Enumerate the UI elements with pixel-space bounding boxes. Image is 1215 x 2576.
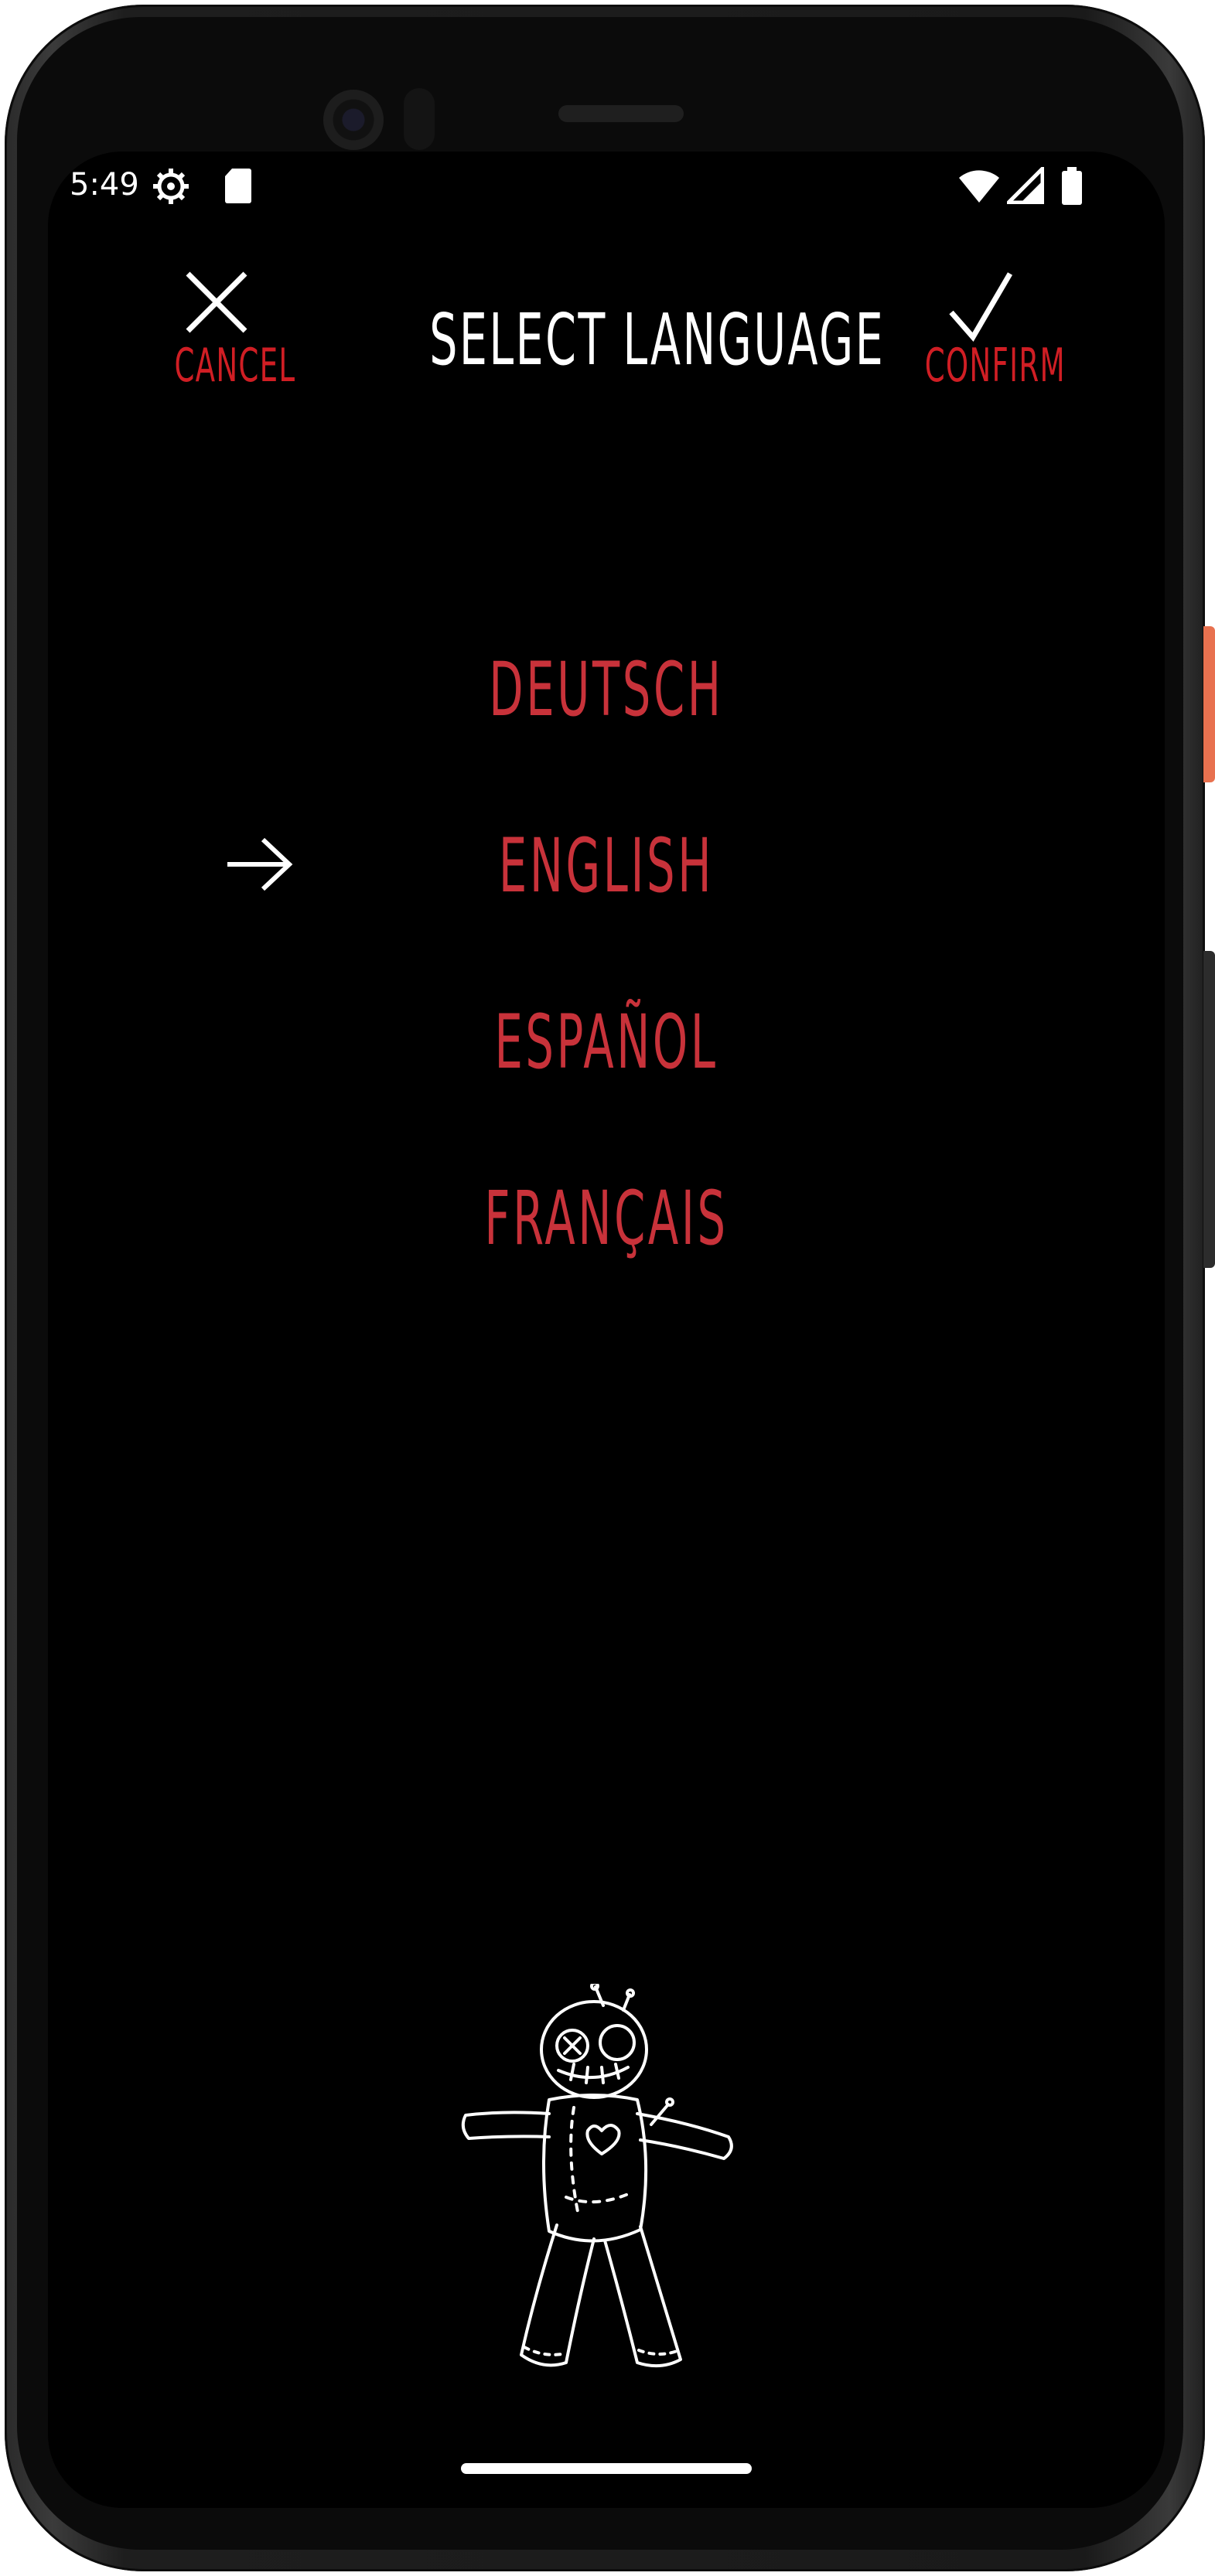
confirm-button[interactable]: CONFIRM — [891, 267, 1069, 393]
app-screen: 5:49 CANCEL SELECT LANGUAGE CONFIRM DEUT… — [48, 152, 1165, 2508]
language-label: ESPAÑOL — [494, 999, 718, 1085]
language-option-francais[interactable]: FRANÇAIS — [48, 1144, 1165, 1320]
sd-card-icon — [224, 167, 252, 207]
volume-button — [1203, 951, 1215, 1268]
status-bar: 5:49 — [48, 152, 1165, 221]
language-list: DEUTSCH ENGLISH ESPAÑOL FRANÇAIS — [48, 615, 1165, 1320]
language-label: ENGLISH — [498, 823, 715, 909]
close-icon — [148, 267, 285, 345]
settings-gear-icon — [152, 167, 190, 209]
face-sensor — [404, 88, 435, 150]
voodoo-doll-illustration — [458, 1981, 752, 2390]
language-label: FRANÇAIS — [484, 1175, 729, 1262]
page-title: SELECT LANGUAGE — [429, 298, 886, 381]
cancel-label: CANCEL — [174, 339, 296, 393]
language-option-english[interactable]: ENGLISH — [48, 792, 1165, 968]
wifi-icon — [957, 167, 1001, 207]
cell-signal-icon — [1003, 163, 1045, 207]
home-indicator[interactable] — [461, 2463, 752, 2474]
checkmark-icon — [891, 267, 1069, 345]
battery-icon — [1061, 167, 1083, 209]
front-camera — [323, 90, 384, 150]
earpiece-speaker — [558, 105, 684, 122]
language-option-deutsch[interactable]: DEUTSCH — [48, 615, 1165, 792]
cancel-button[interactable]: CANCEL — [148, 267, 296, 393]
status-time: 5:49 — [70, 167, 139, 203]
language-label: DEUTSCH — [489, 646, 724, 733]
confirm-label: CONFIRM — [924, 339, 1066, 393]
language-option-espanol[interactable]: ESPAÑOL — [48, 968, 1165, 1144]
power-button — [1203, 626, 1215, 782]
